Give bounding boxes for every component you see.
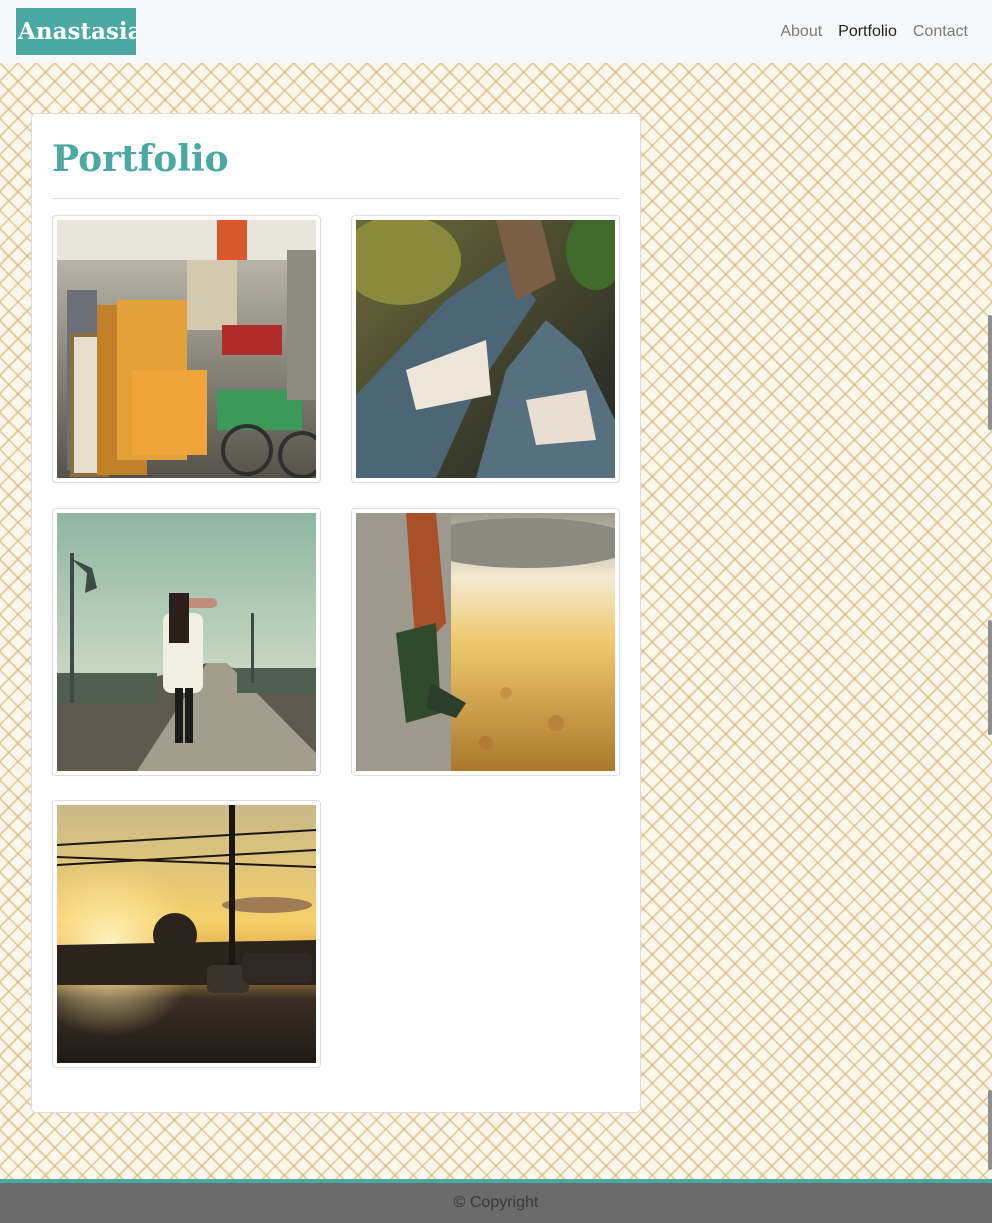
portfolio-card: Portfolio [31,113,641,1113]
portfolio-thumbnail-ripped-jeans[interactable] [351,215,620,483]
photo-sunset [57,805,316,1063]
portfolio-thumbnail-beach[interactable] [351,508,620,776]
page-title: Portfolio [52,138,229,180]
photo-pier-walk [57,513,316,771]
footer: © Copyright [0,1179,992,1223]
scroll-indicator [988,315,992,430]
portfolio-thumbnail-pier-walk[interactable] [52,508,321,776]
photo-beach [356,513,615,771]
photo-ripped-jeans [356,220,615,478]
nav-link-about[interactable]: About [780,21,822,43]
nav-links: About Portfolio Contact [780,21,968,43]
photo-flea-market [57,220,316,478]
navbar: Anastasia I About Portfolio Contact [0,0,992,63]
copyright-text: © Copyright [453,1194,539,1211]
title-divider [52,198,620,199]
portfolio-thumbnail-flea-market[interactable] [52,215,321,483]
scroll-indicator [988,1090,992,1170]
scroll-indicator [988,620,992,735]
brand-logo[interactable]: Anastasia I [16,8,136,55]
portfolio-thumbnail-sunset[interactable] [52,800,321,1068]
nav-link-contact[interactable]: Contact [913,21,968,43]
nav-link-portfolio[interactable]: Portfolio [838,21,897,43]
